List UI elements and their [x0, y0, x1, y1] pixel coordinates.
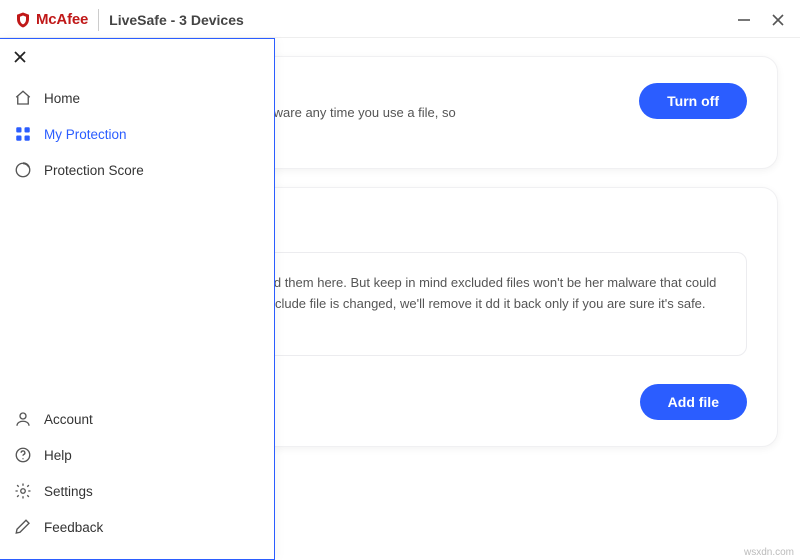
sidebar-nav-bottom: Account Help Settings Feedback — [0, 393, 274, 559]
sidebar-item-help[interactable]: Help — [0, 437, 274, 473]
sidebar-item-label: Help — [44, 448, 72, 463]
brand-divider — [98, 9, 99, 31]
product-name: LiveSafe - 3 Devices — [109, 12, 244, 28]
score-icon — [14, 161, 32, 179]
sidebar-item-label: Protection Score — [44, 163, 144, 178]
sidebar-item-label: Home — [44, 91, 80, 106]
grid-icon — [14, 125, 32, 143]
titlebar: McAfee LiveSafe - 3 Devices — [0, 0, 800, 38]
sidebar-item-label: Settings — [44, 484, 93, 499]
sidebar-spacer — [0, 190, 274, 393]
sidebar-item-protection-score[interactable]: Protection Score — [0, 152, 274, 188]
brand-name: McAfee — [36, 11, 88, 28]
sidebar-item-settings[interactable]: Settings — [0, 473, 274, 509]
home-icon — [14, 89, 32, 107]
gear-icon — [14, 482, 32, 500]
add-file-button[interactable]: Add file — [640, 384, 747, 420]
close-button[interactable] — [770, 12, 786, 28]
feedback-icon — [14, 518, 32, 536]
sidebar-close-icon[interactable] — [12, 52, 28, 69]
window-controls — [736, 12, 786, 28]
brand: McAfee — [14, 11, 88, 29]
sidebar-menu: Home My Protection Protection Score Acco… — [0, 38, 275, 560]
watermark: wsxdn.com — [744, 547, 794, 558]
mcafee-shield-icon — [14, 11, 32, 29]
turn-off-button[interactable]: Turn off — [639, 83, 747, 119]
sidebar-item-my-protection[interactable]: My Protection — [0, 116, 274, 152]
sidebar-item-label: Feedback — [44, 520, 103, 535]
sidebar-item-home[interactable]: Home — [0, 80, 274, 116]
sidebar-item-feedback[interactable]: Feedback — [0, 509, 274, 545]
sidebar-item-account[interactable]: Account — [0, 401, 274, 437]
sidebar-item-label: My Protection — [44, 127, 127, 142]
account-icon — [14, 410, 32, 428]
minimize-button[interactable] — [736, 12, 752, 28]
sidebar-item-label: Account — [44, 412, 93, 427]
help-icon — [14, 446, 32, 464]
sidebar-nav-top: Home My Protection Protection Score — [0, 78, 274, 190]
sidebar-header — [0, 39, 274, 78]
